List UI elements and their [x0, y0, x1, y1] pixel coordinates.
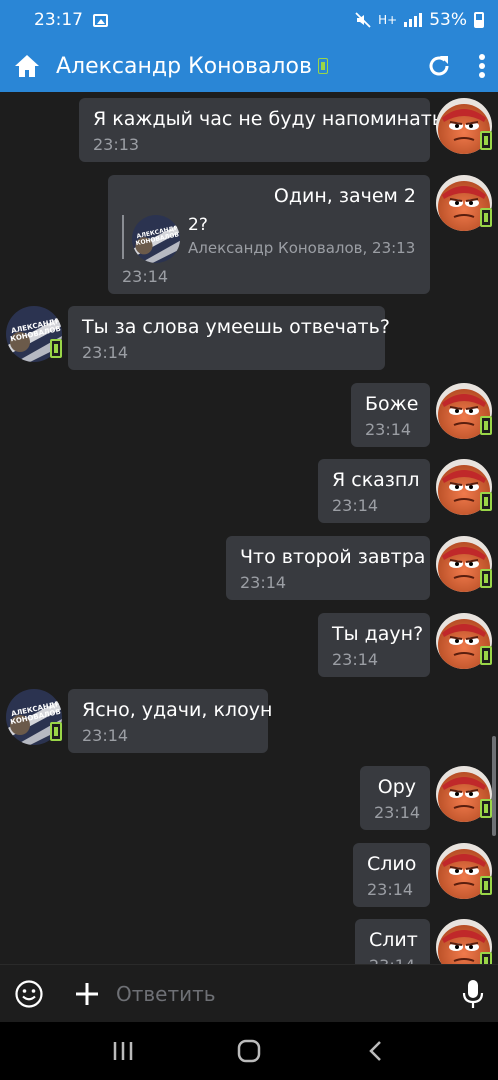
my-avatar[interactable]: [436, 613, 492, 669]
message-text: Ты даун?: [332, 623, 424, 645]
message-text: Боже: [365, 393, 419, 415]
mute-icon: [355, 12, 371, 28]
mobile-online-icon: [480, 492, 492, 511]
refresh-icon[interactable]: [426, 53, 452, 79]
mobile-online-icon: [317, 57, 328, 74]
message-outgoing[interactable]: Слио 23:14: [353, 843, 430, 907]
message-time: 23:13: [93, 135, 140, 154]
my-avatar[interactable]: [436, 98, 492, 154]
status-bar: 23:17 H+ 53%: [0, 0, 498, 40]
message-text: Ору: [377, 776, 416, 798]
battery-icon: [474, 12, 484, 28]
message-text: Я сказпл: [332, 469, 420, 491]
status-indicators: H+ 53%: [355, 10, 484, 30]
message-outgoing[interactable]: Что второй завтра 23:14: [226, 536, 430, 600]
message-time: 23:14: [82, 726, 129, 745]
mobile-online-icon: [480, 952, 492, 964]
quoted-text: 2?: [188, 215, 208, 235]
home-icon[interactable]: [12, 51, 42, 81]
message-outgoing[interactable]: Ты даун? 23:14: [318, 613, 430, 677]
mobile-online-icon: [480, 569, 492, 588]
quoted-avatar: [132, 215, 180, 263]
home-button-icon[interactable]: [229, 1031, 269, 1071]
contact-name: Александр Коновалов: [56, 53, 312, 79]
message-outgoing[interactable]: Я каждый час не буду напоминать 23:13: [79, 98, 444, 162]
signal-icon: [404, 13, 423, 27]
mobile-online-icon: [480, 131, 492, 150]
message-incoming[interactable]: Ты за слова умеешь отвечать? 23:14: [68, 306, 390, 370]
my-avatar[interactable]: [436, 536, 492, 592]
more-vertical-icon[interactable]: [478, 53, 486, 79]
my-avatar[interactable]: [436, 843, 492, 899]
contact-avatar[interactable]: [6, 689, 62, 745]
message-time: 23:14: [374, 803, 421, 822]
message-outgoing[interactable]: Один, зачем 2 2? Александр Коновалов, 23…: [108, 175, 430, 294]
back-icon[interactable]: [355, 1031, 395, 1071]
mobile-online-icon: [480, 799, 492, 818]
my-avatar[interactable]: [436, 175, 492, 231]
mic-icon[interactable]: [462, 979, 484, 1009]
image-notification-icon: [93, 13, 108, 27]
quoted-message[interactable]: 2? Александр Коновалов, 23:13: [122, 215, 416, 259]
compose-bar: [0, 964, 498, 1022]
my-avatar[interactable]: [436, 383, 492, 439]
message-time: 23:14: [367, 880, 414, 899]
reply-input[interactable]: [116, 981, 462, 1006]
message-outgoing[interactable]: Ору 23:14: [360, 766, 430, 830]
contact-avatar[interactable]: [6, 306, 62, 362]
my-avatar[interactable]: [436, 919, 492, 964]
message-text: Ты за слова умеешь отвечать?: [82, 316, 390, 338]
scrollbar[interactable]: [492, 736, 496, 836]
message-text: Ясно, удачи, клоун: [82, 699, 273, 721]
message-text: Я каждый час не буду напоминать: [93, 108, 444, 130]
message-time: 23:14: [240, 573, 287, 592]
mobile-online-icon: [480, 876, 492, 895]
message-outgoing[interactable]: Я сказпл 23:14: [318, 459, 430, 523]
plus-icon[interactable]: [74, 981, 100, 1007]
message-text: Слит: [369, 929, 418, 951]
emoji-icon[interactable]: [14, 979, 44, 1009]
battery-percent: 53%: [429, 10, 467, 30]
mobile-online-icon: [480, 416, 492, 435]
message-time: 23:14: [332, 496, 379, 515]
message-time: 23:14: [365, 420, 412, 439]
quoted-meta: Александр Коновалов, 23:13: [188, 239, 416, 257]
mobile-online-icon: [50, 339, 62, 358]
message-outgoing[interactable]: Слит 23:14: [355, 919, 430, 964]
app-bar: Александр Коновалов: [0, 40, 498, 92]
system-nav-bar: [0, 1022, 498, 1080]
mobile-online-icon: [480, 646, 492, 665]
message-time: 23:14: [82, 343, 129, 362]
message-time: 23:14: [122, 267, 169, 286]
message-text: Что второй завтра: [240, 546, 426, 568]
message-outgoing[interactable]: Боже 23:14: [351, 383, 430, 447]
mobile-online-icon: [50, 722, 62, 741]
message-incoming[interactable]: Ясно, удачи, клоун 23:14: [68, 689, 273, 753]
my-avatar[interactable]: [436, 766, 492, 822]
status-time: 23:17: [34, 10, 83, 30]
my-avatar[interactable]: [436, 459, 492, 515]
app-actions: [426, 53, 486, 79]
recent-apps-icon[interactable]: [103, 1031, 143, 1071]
message-time: 23:14: [332, 650, 379, 669]
mobile-online-icon: [480, 208, 492, 227]
message-time: 23:14: [369, 956, 416, 964]
message-list[interactable]: Я каждый час не буду напоминать 23:13 Од…: [0, 92, 498, 964]
network-type: H+: [378, 13, 398, 27]
page-title: Александр Коновалов: [56, 54, 328, 79]
message-text: Слио: [367, 853, 417, 875]
message-text: Один, зачем 2: [273, 185, 416, 207]
